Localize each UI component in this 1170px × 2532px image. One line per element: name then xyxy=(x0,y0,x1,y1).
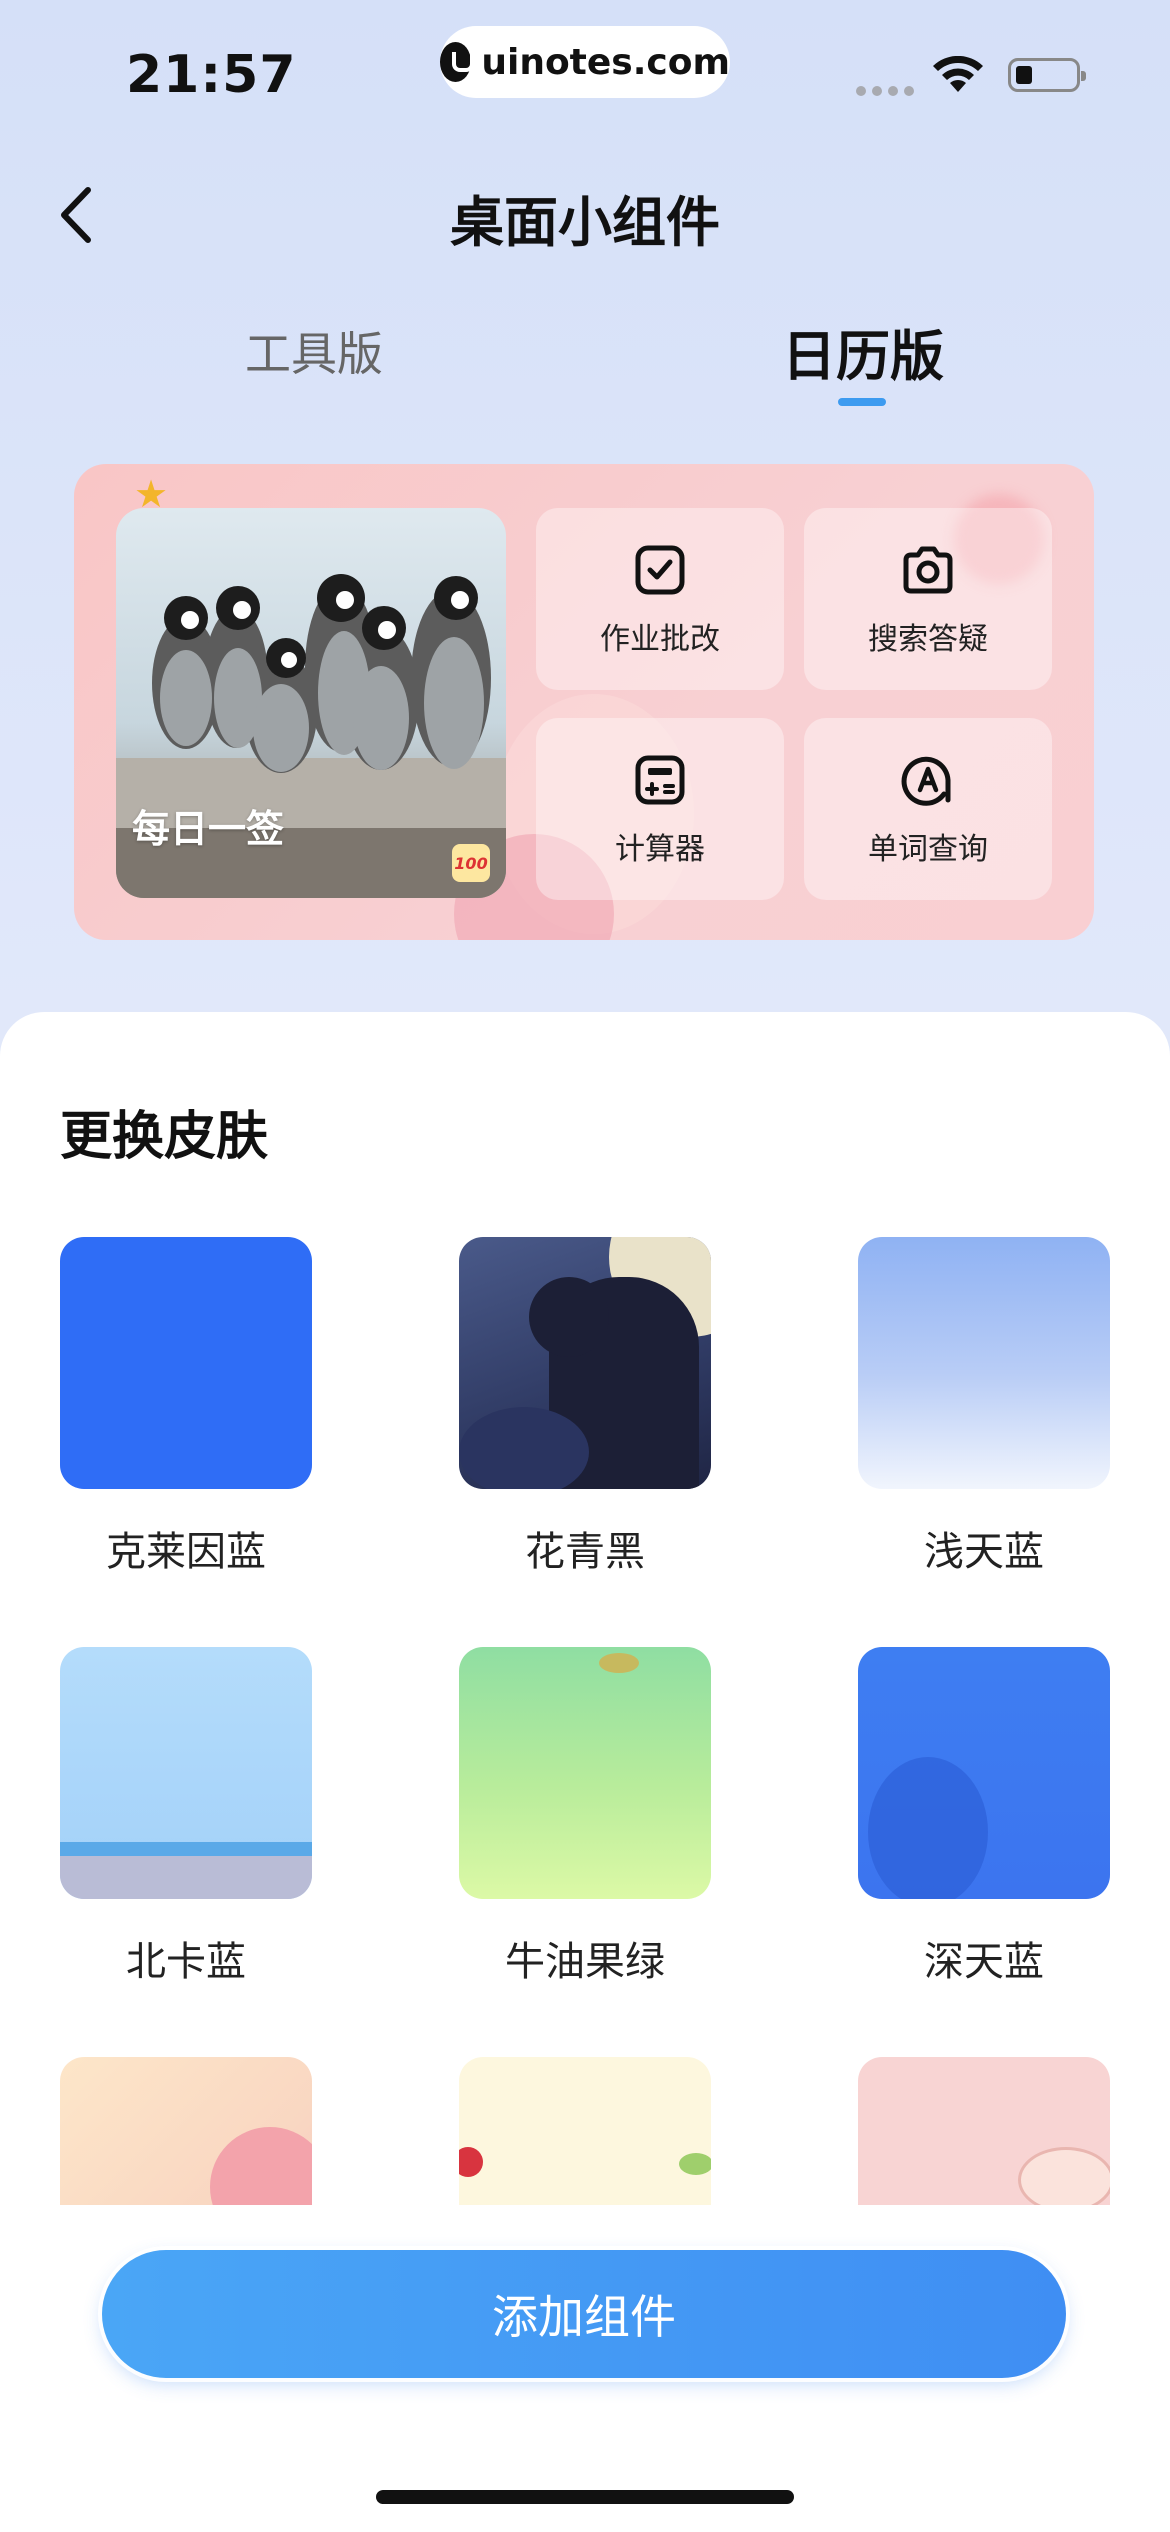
cellular-signal-icon xyxy=(856,86,914,96)
letter-a-search-icon xyxy=(901,756,951,806)
tool-word-lookup[interactable]: 单词查询 xyxy=(804,718,1052,900)
check-square-icon xyxy=(635,545,685,595)
skin-item-carolina-blue[interactable]: 北卡蓝 xyxy=(60,1647,312,1987)
skin-swatch xyxy=(858,1237,1110,1489)
skin-swatch xyxy=(60,1647,312,1899)
status-time: 21:57 xyxy=(126,45,297,105)
url-text: uinotes.com xyxy=(481,41,730,83)
tool-calculator[interactable]: 计算器 xyxy=(536,718,784,900)
skin-swatch xyxy=(60,1237,312,1489)
tool-label: 计算器 xyxy=(615,832,705,867)
status-bar: 21:57 uinotes.com xyxy=(0,0,1170,150)
battery-icon xyxy=(1008,58,1086,92)
wifi-icon xyxy=(933,56,983,92)
widget-preview: ★ 每日一签 100 作业批改 搜索答疑 计算器 单词查询 xyxy=(74,464,1094,940)
skin-label: 花青黑 xyxy=(525,1529,645,1575)
add-widget-button[interactable]: 添加组件 xyxy=(102,2250,1066,2378)
skin-item-indigo-black[interactable]: 花青黑 xyxy=(459,1237,711,1577)
skin-label: 克莱因蓝 xyxy=(106,1529,266,1575)
skin-swatch xyxy=(858,1647,1110,1899)
daily-sign-card[interactable]: 每日一签 100 xyxy=(116,508,506,898)
calculator-icon xyxy=(635,755,685,805)
home-indicator xyxy=(376,2490,794,2504)
tool-homework-check[interactable]: 作业批改 xyxy=(536,508,784,690)
tool-label: 搜索答疑 xyxy=(868,622,988,657)
tool-label: 单词查询 xyxy=(868,832,988,867)
url-pill[interactable]: uinotes.com xyxy=(440,26,730,98)
app-badge-icon: 100 xyxy=(452,844,490,882)
tab-calendar-version[interactable]: 日历版 xyxy=(782,312,944,391)
skin-item-deep-sky-blue[interactable]: 深天蓝 xyxy=(858,1647,1110,1987)
skin-swatch xyxy=(459,1647,711,1899)
skin-item-klein-blue[interactable]: 克莱因蓝 xyxy=(60,1237,312,1577)
skin-label: 浅天蓝 xyxy=(924,1529,1044,1575)
skin-item-light-sky-blue[interactable]: 浅天蓝 xyxy=(858,1237,1110,1577)
tool-search-answer[interactable]: 搜索答疑 xyxy=(804,508,1052,690)
skin-label: 深天蓝 xyxy=(924,1939,1044,1985)
page-title: 桌面小组件 xyxy=(450,191,720,254)
daily-sign-caption: 每日一签 xyxy=(132,807,285,851)
skin-item-avocado-green[interactable]: 牛油果绿 xyxy=(459,1647,711,1987)
tool-label: 作业批改 xyxy=(600,622,720,657)
active-tab-indicator xyxy=(838,398,886,406)
skin-label: 牛油果绿 xyxy=(505,1939,665,1985)
uinotes-logo-icon xyxy=(440,42,475,82)
camera-icon xyxy=(903,546,953,594)
tab-tools-version[interactable]: 工具版 xyxy=(245,318,383,384)
skin-swatch xyxy=(459,1237,711,1489)
skin-label: 北卡蓝 xyxy=(126,1939,246,1985)
skin-section-title: 更换皮肤 xyxy=(60,1107,269,1167)
